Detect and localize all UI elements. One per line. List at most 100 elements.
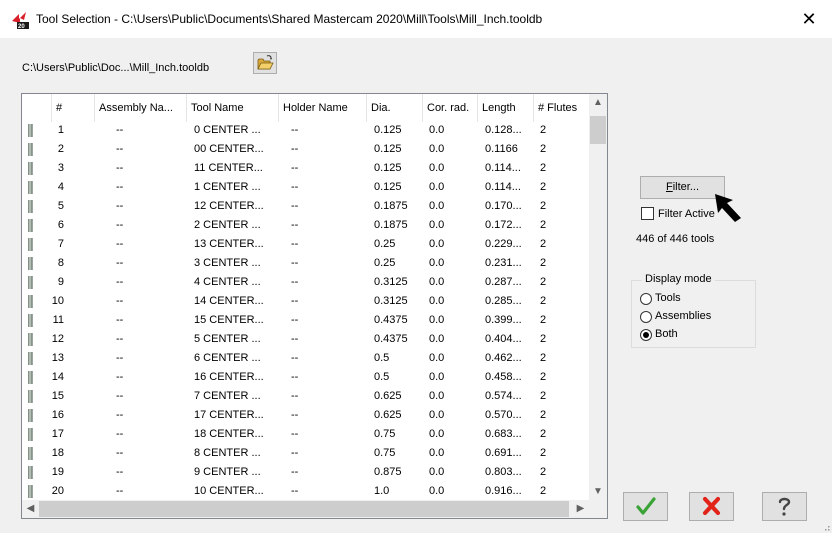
table-cell: 2 (540, 124, 547, 136)
table-cell: 0.0 (429, 314, 445, 326)
checkmark-icon (636, 497, 656, 515)
table-cell: 9 (57, 276, 64, 288)
display-mode-group: Display mode Tools Assemblies Both (631, 273, 756, 348)
table-cell: -- (116, 162, 124, 174)
table-row[interactable]: 3 -- 11 CENTER... -- 0.125 0.0 0.114... 2 (22, 160, 589, 177)
table-cell: 16 CENTER... (194, 371, 264, 383)
table-row[interactable]: 20 -- 10 CENTER... -- 1.0 0.0 0.916... 2 (22, 483, 589, 500)
table-cell: -- (116, 181, 124, 193)
table-cell: 1 CENTER ... (194, 181, 261, 193)
tool-table[interactable]: # Assembly Na... Tool Name Holder Name D… (21, 93, 608, 519)
table-cell: 0.75 (374, 447, 396, 459)
table-cell: 0.0 (429, 447, 445, 459)
table-cell: 0.0 (429, 219, 445, 231)
table-row[interactable]: 9 -- 4 CENTER ... -- 0.3125 0.0 0.287... 2 (22, 274, 589, 291)
table-row[interactable]: 8 -- 3 CENTER ... -- 0.25 0.0 0.231... 2 (22, 255, 589, 272)
table-cell: 3 CENTER ... (194, 257, 261, 269)
table-row[interactable]: 10 -- 14 CENTER... -- 0.3125 0.0 0.285... 2 (22, 293, 589, 310)
table-cell: 4 CENTER ... (194, 276, 261, 288)
table-cell: 2 (540, 409, 547, 421)
table-cell: 0.0 (429, 276, 445, 288)
table-cell: 0.399... (485, 314, 522, 326)
table-row[interactable]: 18 -- 8 CENTER ... -- 0.75 0.0 0.691... 2 (22, 445, 589, 462)
radio-assemblies-dot[interactable] (640, 311, 652, 323)
table-row[interactable]: 4 -- 1 CENTER ... -- 0.125 0.0 0.114... 2 (22, 179, 589, 196)
horizontal-scroll-thumb[interactable] (39, 501, 569, 517)
table-cell: -- (291, 238, 299, 250)
table-cell: 0.462... (485, 352, 522, 364)
browse-library-button[interactable] (253, 52, 277, 74)
header-corner-radius[interactable]: Cor. rad. (423, 94, 478, 122)
scroll-up-icon[interactable]: ▲ (589, 94, 607, 111)
vertical-scroll-thumb[interactable] (590, 116, 606, 144)
table-row[interactable]: 15 -- 7 CENTER ... -- 0.625 0.0 0.574... 2 (22, 388, 589, 405)
table-cell: 10 CENTER... (194, 485, 264, 497)
header-tool-name[interactable]: Tool Name (187, 94, 279, 122)
filter-button-label: ilter... (672, 181, 700, 193)
table-cell: 0.3125 (374, 295, 408, 307)
tool-icon (28, 333, 33, 346)
tool-icon (28, 447, 33, 460)
table-header: # Assembly Na... Tool Name Holder Name D… (22, 94, 589, 122)
table-row[interactable]: 11 -- 15 CENTER... -- 0.4375 0.0 0.399... 2 (22, 312, 589, 329)
table-cell: 0.0 (429, 238, 445, 250)
table-cell: 0.114... (485, 181, 521, 193)
table-cell: 18 CENTER... (194, 428, 264, 440)
horizontal-scrollbar[interactable]: ◀ ▶ (22, 500, 589, 518)
table-cell: -- (116, 352, 124, 364)
table-cell: 0 CENTER ... (194, 124, 261, 136)
table-row[interactable]: 6 -- 2 CENTER ... -- 0.1875 0.0 0.172... 2 (22, 217, 589, 234)
table-row[interactable]: 1 -- 0 CENTER ... -- 0.125 0.0 0.128... 2 (22, 122, 589, 139)
table-cell: 0.231... (485, 257, 522, 269)
table-cell: 2 (540, 200, 547, 212)
table-row[interactable]: 17 -- 18 CENTER... -- 0.75 0.0 0.683... 2 (22, 426, 589, 443)
table-row[interactable]: 7 -- 13 CENTER... -- 0.25 0.0 0.229... 2 (22, 236, 589, 253)
table-cell: 0.0 (429, 352, 445, 364)
table-cell: -- (291, 295, 299, 307)
table-cell: 0.0 (429, 143, 445, 155)
close-button[interactable]: ✕ (786, 0, 832, 38)
table-cell: 1.0 (374, 485, 390, 497)
table-cell: 0.458... (485, 371, 522, 383)
table-cell: 2 (540, 466, 547, 478)
table-cell: 14 CENTER... (194, 295, 264, 307)
table-row[interactable]: 14 -- 16 CENTER... -- 0.5 0.0 0.458... 2 (22, 369, 589, 386)
header-length[interactable]: Length (478, 94, 534, 122)
table-cell: 0.114... (485, 162, 521, 174)
table-row[interactable]: 13 -- 6 CENTER ... -- 0.5 0.0 0.462... 2 (22, 350, 589, 367)
resize-grip-icon[interactable] (822, 523, 830, 531)
radio-both-dot[interactable] (640, 329, 652, 341)
table-cell: -- (116, 238, 124, 250)
table-row[interactable]: 2 -- 00 CENTER... -- 0.125 0.0 0.1166 2 (22, 141, 589, 158)
table-cell: 0.125 (374, 162, 402, 174)
header-assembly-name[interactable]: Assembly Na... (95, 94, 187, 122)
table-cell: -- (116, 333, 124, 345)
table-cell: 0.683... (485, 428, 522, 440)
table-cell: 2 (540, 295, 547, 307)
table-cell: 2 CENTER ... (194, 219, 261, 231)
scroll-down-icon[interactable]: ▼ (589, 483, 607, 500)
table-row[interactable]: 16 -- 17 CENTER... -- 0.625 0.0 0.570... 2 (22, 407, 589, 424)
table-cell: 2 (540, 428, 547, 440)
radio-tools-dot[interactable] (640, 293, 652, 305)
table-cell: 2 (540, 238, 547, 250)
header-number[interactable]: # (52, 94, 95, 122)
table-cell: -- (291, 124, 299, 136)
tool-icon (28, 409, 33, 422)
table-cell: 10 (51, 295, 64, 307)
header-flutes[interactable]: # Flutes (534, 94, 589, 122)
filter-active-box[interactable] (641, 207, 654, 220)
table-row[interactable]: 19 -- 9 CENTER ... -- 0.875 0.0 0.803... 2 (22, 464, 589, 481)
ok-button[interactable] (623, 492, 668, 521)
table-cell: 0.1875 (374, 200, 408, 212)
cancel-button[interactable] (689, 492, 734, 521)
table-row[interactable]: 5 -- 12 CENTER... -- 0.1875 0.0 0.170... 2 (22, 198, 589, 215)
header-diameter[interactable]: Dia. (367, 94, 423, 122)
table-cell: 18 (51, 447, 64, 459)
vertical-scrollbar[interactable]: ▲ ▼ (589, 94, 607, 500)
scroll-right-icon[interactable]: ▶ (572, 500, 589, 518)
header-holder-name[interactable]: Holder Name (279, 94, 367, 122)
scroll-left-icon[interactable]: ◀ (22, 500, 39, 518)
help-button[interactable] (762, 492, 807, 521)
table-row[interactable]: 12 -- 5 CENTER ... -- 0.4375 0.0 0.404... 2 (22, 331, 589, 348)
